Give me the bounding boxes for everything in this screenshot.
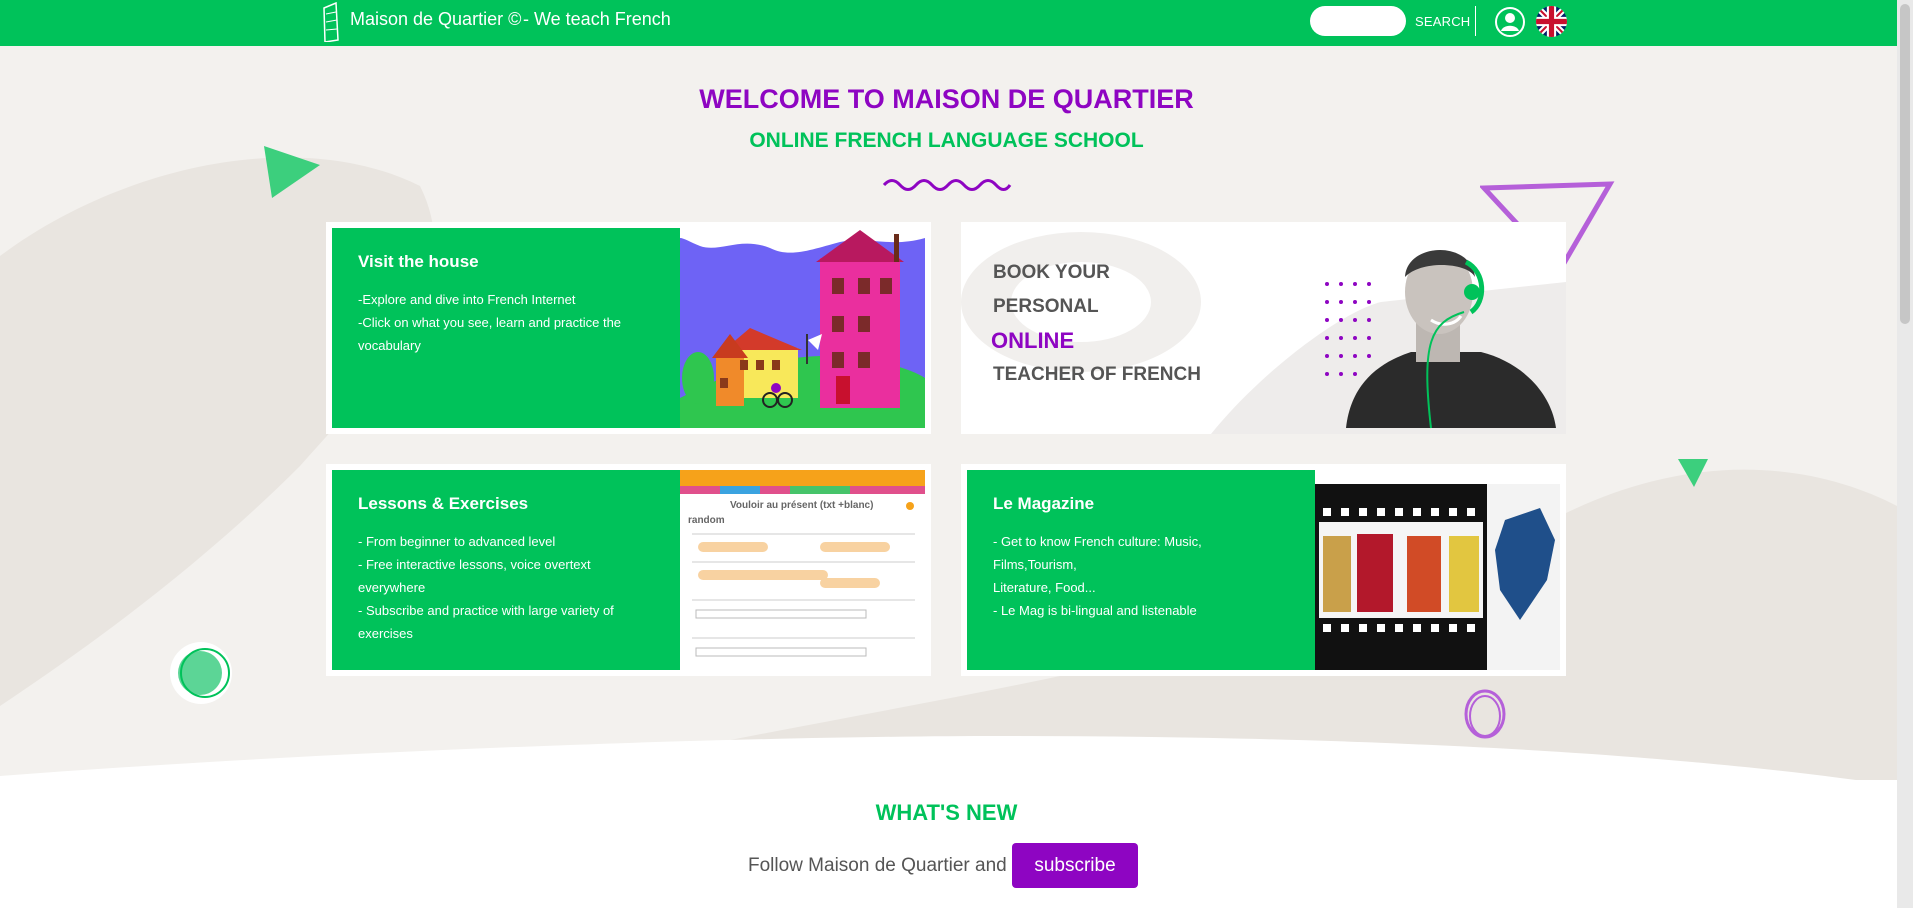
top-navigation-bar: Maison de Quartier © - We teach French S…	[0, 0, 1913, 46]
header-divider	[1475, 6, 1476, 36]
house-illustration	[680, 228, 925, 428]
school-subtitle: ONLINE FRENCH LANGUAGE SCHOOL	[749, 129, 1144, 152]
welcome-title: WELCOME TO MAISON DE QUARTIER	[699, 84, 1194, 114]
lessons-title: Lessons & Exercises	[358, 494, 529, 513]
magazine-line: - Le Mag is bi-lingual and listenable	[993, 603, 1197, 618]
lessons-line: - Free interactive lessons, voice overte…	[358, 557, 591, 572]
green-circle-decoration	[170, 642, 232, 704]
search-input[interactable]	[1310, 6, 1406, 36]
lessons-line: everywhere	[358, 580, 426, 595]
teacher-line: TEACHER OF FRENCH	[993, 364, 1201, 385]
follow-text: Follow Maison de Quartier and	[748, 855, 1007, 876]
lessons-exercises-card[interactable]: Lessons & Exercises - From beginner to a…	[326, 464, 931, 676]
user-account-icon[interactable]	[1494, 6, 1526, 38]
small-green-triangle-decoration	[1678, 459, 1708, 487]
wave-divider	[882, 179, 1012, 191]
visit-house-line: -Click on what you see, learn and practi…	[358, 315, 622, 330]
purple-rings-decoration	[1464, 689, 1506, 739]
lessons-screenshot-preview: Vouloir au présent (txt +blanc) random	[680, 470, 925, 670]
magazine-line: - Get to know French culture: Music, Fil…	[993, 534, 1202, 572]
book-teacher-card[interactable]: BOOK YOUR PERSONAL ONLINE TEACHER OF FRE…	[961, 222, 1566, 434]
lessons-line: - Subscribe and practice with large vari…	[358, 603, 614, 618]
site-title[interactable]: Maison de Quartier ©	[350, 9, 521, 30]
lesson-preview-title: Vouloir au présent (txt +blanc)	[730, 500, 874, 511]
search-button[interactable]: SEARCH	[1415, 14, 1470, 29]
magazine-card[interactable]: Le Magazine - Get to know French culture…	[961, 464, 1566, 676]
building-logo-icon[interactable]	[322, 2, 340, 42]
teacher-line: BOOK YOUR	[993, 262, 1110, 283]
visit-house-title: Visit the house	[358, 252, 479, 271]
whats-new-title: WHAT'S NEW	[875, 800, 1018, 825]
scrollbar-thumb[interactable]	[1900, 4, 1910, 324]
subscribe-button[interactable]: subscribe	[1012, 843, 1138, 888]
teacher-cta-text: BOOK YOUR PERSONAL ONLINE TEACHER OF FRE…	[991, 256, 1201, 392]
lessons-line: - From beginner to advanced level	[358, 534, 556, 549]
site-tagline: - We teach French	[523, 9, 671, 29]
magazine-text: Le Magazine - Get to know French culture…	[967, 470, 1315, 670]
visit-house-card[interactable]: Visit the house -Explore and dive into F…	[326, 222, 931, 434]
teacher-line-online: ONLINE	[991, 328, 1075, 353]
magazine-title: Le Magazine	[993, 494, 1095, 513]
visit-house-text: Visit the house -Explore and dive into F…	[332, 228, 680, 428]
lessons-text: Lessons & Exercises - From beginner to a…	[332, 470, 680, 670]
lesson-preview-subtitle: random	[688, 515, 725, 526]
magazine-screenshot-preview	[1315, 470, 1560, 670]
teacher-line: PERSONAL	[993, 296, 1099, 317]
uk-flag-language-icon[interactable]	[1536, 6, 1567, 37]
visit-house-line: vocabulary	[358, 338, 421, 353]
magazine-line: Literature, Food...	[993, 580, 1096, 595]
page-scrollbar[interactable]	[1897, 0, 1913, 908]
visit-house-line: -Explore and dive into French Internet	[358, 292, 576, 307]
lessons-line: exercises	[358, 626, 413, 641]
